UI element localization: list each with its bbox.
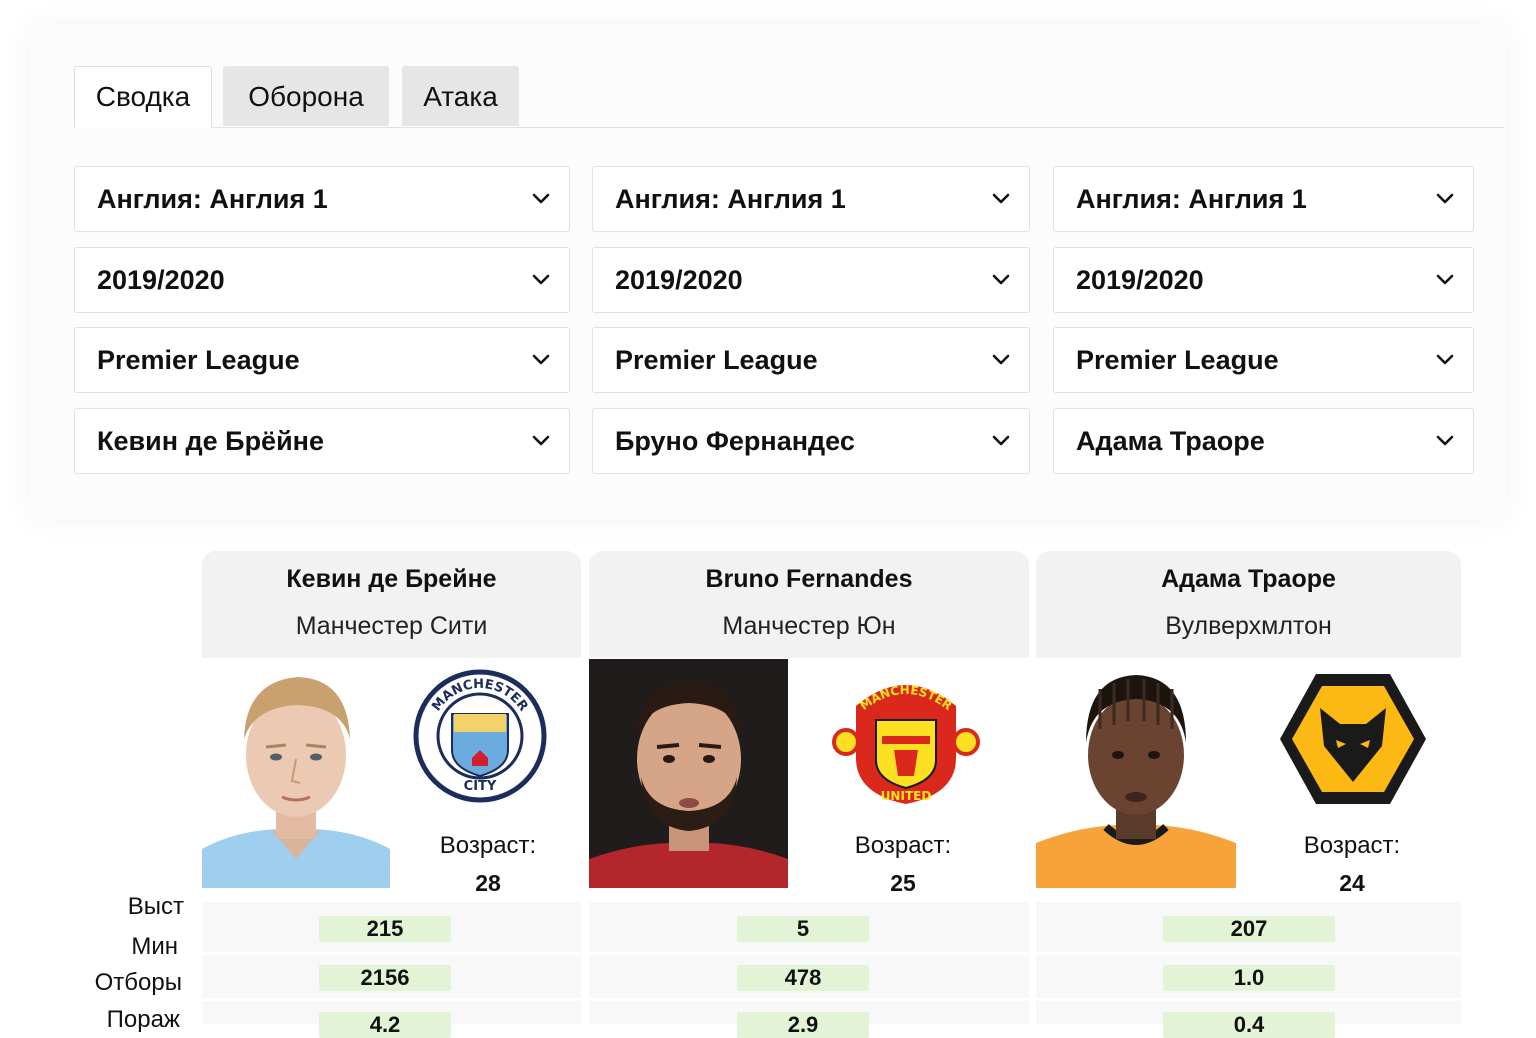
row-divider: [202, 952, 1461, 955]
chevron-down-icon: [532, 354, 550, 365]
chevron-down-icon: [532, 193, 550, 204]
player-club: Вулверхмлтон: [1165, 612, 1332, 640]
stat-value: 2.9: [737, 1012, 869, 1038]
tab-summary[interactable]: Сводка: [74, 66, 212, 128]
manchester-city-crest-icon: MANCHESTER CITY: [413, 669, 547, 803]
country-select-3[interactable]: Англия: Англия 1: [1053, 166, 1474, 232]
stat-value: 2156: [319, 965, 451, 991]
tab-bar: Сводка Оборона Атака: [74, 66, 1504, 128]
country-select-value: Англия: Англия 1: [615, 184, 846, 214]
chevron-down-icon: [1436, 435, 1454, 446]
stat-value: 1.0: [1163, 965, 1335, 991]
player-card-header-2: Bruno Fernandes Манчестер Юн: [589, 551, 1029, 658]
country-select-value: Англия: Англия 1: [1076, 184, 1307, 214]
stat-label-losses: Пораж: [106, 1006, 180, 1033]
chevron-down-icon: [532, 274, 550, 285]
row-divider: [202, 998, 1461, 1001]
age-label: Возраст:: [1303, 832, 1401, 859]
stat-label-minutes: Мин: [131, 933, 178, 960]
stat-value: 0.4: [1163, 1012, 1335, 1038]
tab-attack[interactable]: Атака: [402, 66, 519, 126]
player-select-value: Кевин де Брёйне: [97, 426, 324, 456]
season-select-value: 2019/2020: [1076, 265, 1204, 295]
stat-value: 207: [1163, 916, 1335, 942]
player-select-value: Бруно Фернандес: [615, 426, 855, 456]
stat-label-appearances: Выст: [127, 893, 184, 920]
manchester-united-crest-icon: MANCHESTER UNITED: [832, 683, 980, 804]
chevron-down-icon: [992, 274, 1010, 285]
player-photo-3: [1036, 659, 1236, 888]
crest-text: CITY: [464, 779, 497, 794]
chevron-down-icon: [1436, 354, 1454, 365]
country-select-1[interactable]: Англия: Англия 1: [74, 166, 570, 232]
stat-value: 215: [319, 916, 451, 942]
player-name: Кевин де Брейне: [286, 565, 497, 593]
country-select-value: Англия: Англия 1: [97, 184, 328, 214]
league-select-value: Premier League: [1076, 345, 1279, 375]
player-card-header-3: Адама Траоре Вулверхмлтон: [1036, 551, 1461, 658]
player-select-1[interactable]: Кевин де Брёйне: [74, 408, 570, 474]
player-card-header-1: Кевин де Брейне Манчестер Сити: [202, 551, 581, 658]
stat-value: 5: [737, 916, 869, 942]
league-select-value: Premier League: [615, 345, 818, 375]
age-label: Возраст:: [854, 832, 952, 859]
player-club: Манчестер Сити: [295, 612, 488, 640]
league-select-value: Premier League: [97, 345, 300, 375]
stat-value: 4.2: [319, 1012, 451, 1038]
tab-defense[interactable]: Оборона: [223, 66, 389, 126]
chevron-down-icon: [532, 435, 550, 446]
league-select-2[interactable]: Premier League: [592, 327, 1030, 393]
country-select-2[interactable]: Англия: Англия 1: [592, 166, 1030, 232]
chevron-down-icon: [992, 193, 1010, 204]
age-label: Возраст:: [439, 832, 537, 859]
chevron-down-icon: [992, 354, 1010, 365]
player-name: Bruno Fernandes: [705, 565, 913, 593]
league-select-3[interactable]: Premier League: [1053, 327, 1474, 393]
player-name: Адама Траоре: [1161, 565, 1336, 593]
stat-value: 478: [737, 965, 869, 991]
chevron-down-icon: [1436, 193, 1454, 204]
wolves-crest-icon: [1280, 674, 1426, 804]
season-select-value: 2019/2020: [615, 265, 743, 295]
age-value: 25: [890, 870, 916, 896]
player-select-3[interactable]: Адама Траоре: [1053, 408, 1474, 474]
player-photo-2: [589, 659, 788, 888]
season-select-value: 2019/2020: [97, 265, 225, 295]
season-select-1[interactable]: 2019/2020: [74, 247, 570, 313]
player-select-2[interactable]: Бруно Фернандес: [592, 408, 1030, 474]
chevron-down-icon: [1436, 274, 1454, 285]
player-select-value: Адама Траоре: [1076, 426, 1265, 456]
player-photo-1: [202, 659, 390, 888]
chevron-down-icon: [992, 435, 1010, 446]
league-select-1[interactable]: Premier League: [74, 327, 570, 393]
stat-label-tackles: Отборы: [94, 969, 182, 996]
age-value: 28: [475, 870, 501, 896]
crest-text: UNITED: [881, 789, 932, 803]
season-select-2[interactable]: 2019/2020: [592, 247, 1030, 313]
player-club: Манчестер Юн: [722, 612, 896, 640]
age-value: 24: [1339, 870, 1365, 896]
season-select-3[interactable]: 2019/2020: [1053, 247, 1474, 313]
